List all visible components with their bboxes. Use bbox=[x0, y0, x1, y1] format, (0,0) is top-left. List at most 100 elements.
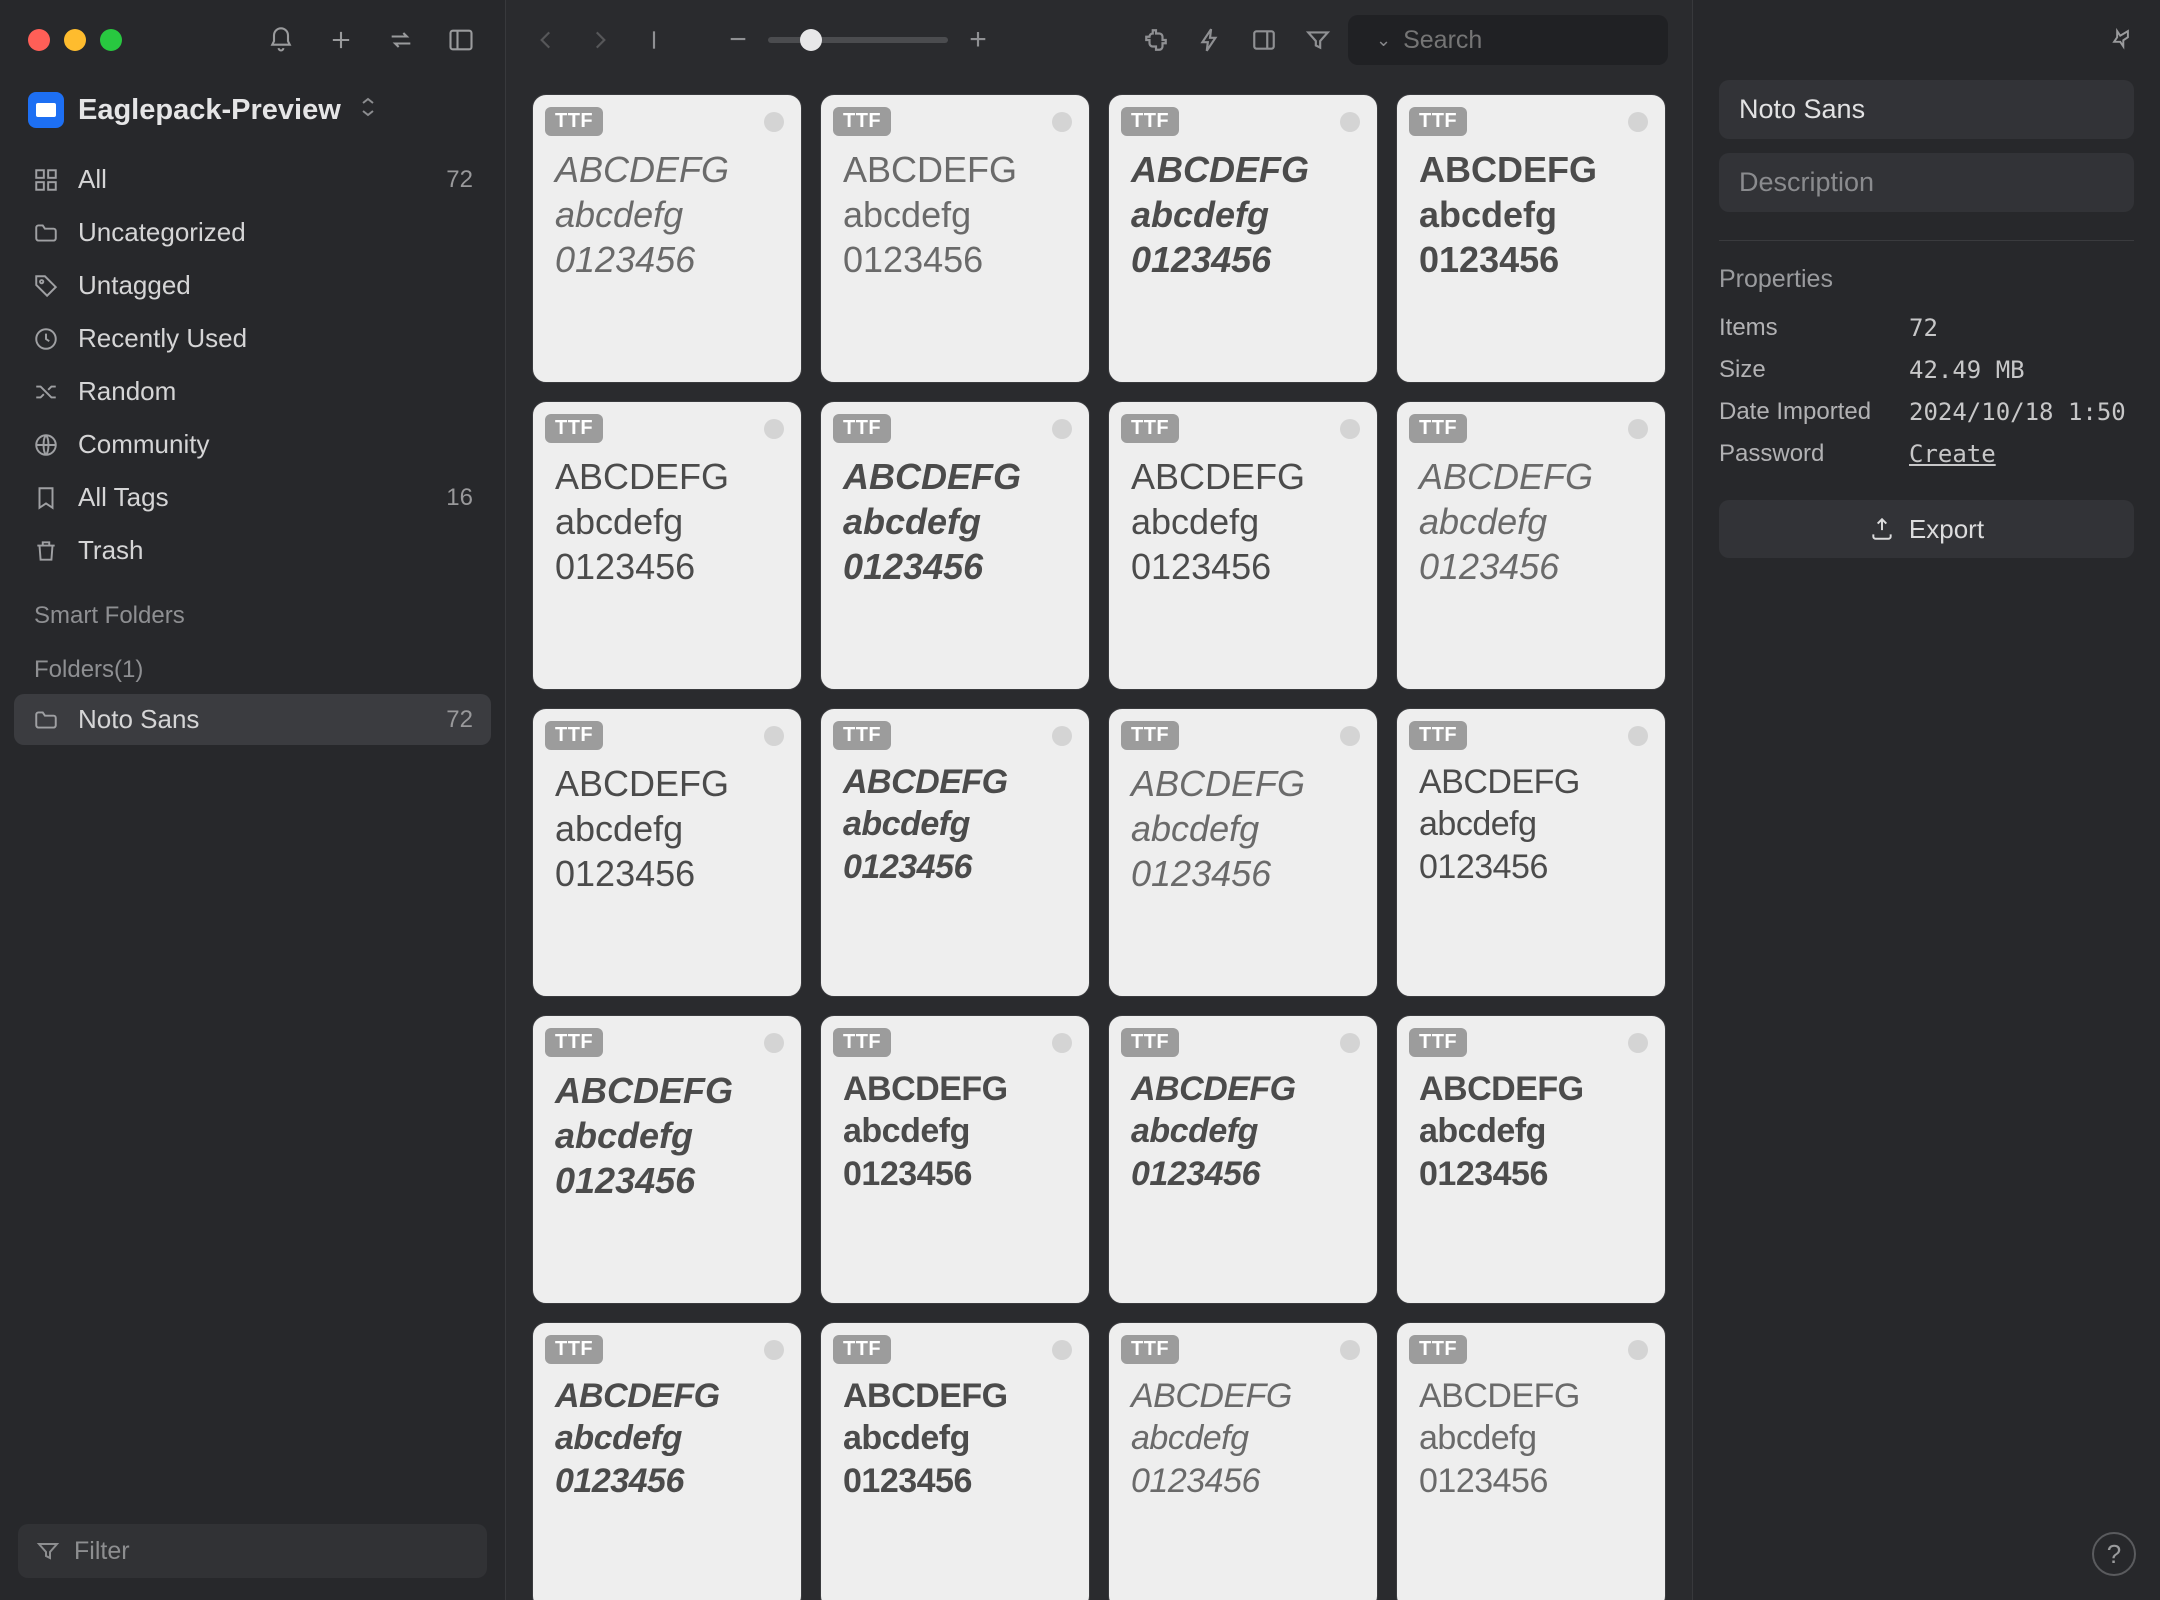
sidebar: Eaglepack-Preview All 72 Uncategorized U… bbox=[0, 0, 506, 1600]
font-grid: TTF ABCDEFG abcdefg 0123456 TTF ABCDEFG … bbox=[532, 94, 1666, 1600]
sidebar-item-all-tags[interactable]: All Tags 16 bbox=[14, 472, 491, 523]
sidebar-item-uncategorized[interactable]: Uncategorized bbox=[14, 207, 491, 258]
grid-scroll[interactable]: TTF ABCDEFG abcdefg 0123456 TTF ABCDEFG … bbox=[506, 80, 1692, 1600]
font-card[interactable]: TTF ABCDEFG abcdefg 0123456 bbox=[820, 708, 1090, 997]
extension-icon[interactable] bbox=[1140, 24, 1172, 56]
sidebar-folder-noto-sans[interactable]: Noto Sans 72 bbox=[14, 694, 491, 745]
toggle-sidebar-icon[interactable] bbox=[445, 24, 477, 56]
font-card[interactable]: TTF ABCDEFG abcdefg 0123456 bbox=[1108, 708, 1378, 997]
status-dot bbox=[1340, 419, 1360, 439]
status-dot bbox=[1340, 112, 1360, 132]
font-card[interactable]: TTF ABCDEFG abcdefg 0123456 bbox=[1108, 94, 1378, 383]
help-button[interactable]: ? bbox=[2092, 1532, 2136, 1576]
smart-folders-label[interactable]: Smart Folders bbox=[0, 582, 505, 636]
tag-icon bbox=[32, 272, 60, 300]
font-card[interactable]: TTF ABCDEFG abcdefg 0123456 bbox=[532, 1015, 802, 1304]
library-icon bbox=[28, 92, 64, 128]
export-button[interactable]: Export bbox=[1719, 500, 2134, 558]
sidebar-item-recently-used[interactable]: Recently Used bbox=[14, 313, 491, 364]
sidebar-item-untagged[interactable]: Untagged bbox=[14, 260, 491, 311]
sidebar-folders: Noto Sans 72 bbox=[0, 690, 505, 751]
font-card[interactable]: TTF ABCDEFG abcdefg 0123456 bbox=[532, 1322, 802, 1600]
status-dot bbox=[1052, 112, 1072, 132]
status-dot bbox=[1628, 419, 1648, 439]
sidebar-item-all[interactable]: All 72 bbox=[14, 154, 491, 205]
font-card[interactable]: TTF ABCDEFG abcdefg 0123456 bbox=[1108, 1015, 1378, 1304]
filter-input[interactable]: Filter bbox=[18, 1524, 487, 1578]
font-card[interactable]: TTF ABCDEFG abcdefg 0123456 bbox=[820, 94, 1090, 383]
notifications-icon[interactable] bbox=[265, 24, 297, 56]
sidebar-item-label: All Tags bbox=[78, 482, 169, 513]
property-key: Size bbox=[1719, 356, 1909, 384]
format-badge: TTF bbox=[1121, 721, 1179, 750]
pin-icon[interactable] bbox=[2108, 25, 2134, 56]
font-card[interactable]: TTF ABCDEFG abcdefg 0123456 bbox=[532, 708, 802, 997]
library-switcher[interactable]: Eaglepack-Preview bbox=[0, 80, 505, 150]
font-card[interactable]: TTF ABCDEFG abcdefg 0123456 bbox=[1396, 401, 1666, 690]
font-card[interactable]: TTF ABCDEFG abcdefg 0123456 bbox=[1396, 708, 1666, 997]
font-card[interactable]: TTF ABCDEFG abcdefg 0123456 bbox=[1108, 1322, 1378, 1600]
zoom-thumb[interactable] bbox=[800, 29, 822, 51]
format-badge: TTF bbox=[833, 721, 891, 750]
status-dot bbox=[764, 419, 784, 439]
sidebar-item-label: Uncategorized bbox=[78, 217, 246, 248]
font-card[interactable]: TTF ABCDEFG abcdefg 0123456 bbox=[820, 1015, 1090, 1304]
font-card[interactable]: TTF ABCDEFG abcdefg 0123456 bbox=[1396, 1015, 1666, 1304]
format-badge: TTF bbox=[545, 414, 603, 443]
inspector-description-field[interactable]: Description bbox=[1719, 153, 2134, 212]
search-box[interactable]: ⌄ bbox=[1348, 15, 1668, 65]
format-badge: TTF bbox=[1409, 1028, 1467, 1057]
sidebar-item-label: Trash bbox=[78, 535, 144, 566]
inspector: Noto Sans Description Properties Items 7… bbox=[1692, 0, 2160, 1600]
zoom-in-button[interactable]: + bbox=[964, 23, 992, 57]
add-icon[interactable] bbox=[325, 24, 357, 56]
status-dot bbox=[764, 1340, 784, 1360]
transfer-icon[interactable] bbox=[385, 24, 417, 56]
property-value: 72 bbox=[1909, 314, 1938, 342]
property-row-items: Items 72 bbox=[1719, 314, 2134, 342]
format-badge: TTF bbox=[545, 1028, 603, 1057]
window-maximize-button[interactable] bbox=[100, 29, 122, 51]
format-badge: TTF bbox=[1121, 414, 1179, 443]
window-minimize-button[interactable] bbox=[64, 29, 86, 51]
format-badge: TTF bbox=[1409, 721, 1467, 750]
sidebar-item-community[interactable]: Community bbox=[14, 419, 491, 470]
property-row-size: Size 42.49 MB bbox=[1719, 356, 2134, 384]
font-card[interactable]: TTF ABCDEFG abcdefg 0123456 bbox=[532, 94, 802, 383]
font-sample: ABCDEFG abcdefg 0123456 bbox=[555, 1375, 779, 1503]
shuffle-icon bbox=[32, 378, 60, 406]
traffic-lights bbox=[28, 29, 122, 51]
font-sample: ABCDEFG abcdefg 0123456 bbox=[555, 147, 779, 282]
folders-label[interactable]: Folders(1) bbox=[0, 636, 505, 690]
property-value: 2024/10/18 1:50 bbox=[1909, 398, 2126, 426]
sidebar-item-random[interactable]: Random bbox=[14, 366, 491, 417]
layout-icon[interactable] bbox=[1248, 24, 1280, 56]
font-card[interactable]: TTF ABCDEFG abcdefg 0123456 bbox=[820, 401, 1090, 690]
path-indicator[interactable] bbox=[638, 24, 670, 56]
export-icon bbox=[1869, 516, 1895, 542]
sidebar-item-trash[interactable]: Trash bbox=[14, 525, 491, 576]
nav-forward-button[interactable] bbox=[584, 24, 616, 56]
window-close-button[interactable] bbox=[28, 29, 50, 51]
font-card[interactable]: TTF ABCDEFG abcdefg 0123456 bbox=[1396, 94, 1666, 383]
inspector-title-field[interactable]: Noto Sans bbox=[1719, 80, 2134, 139]
sidebar-item-label: Recently Used bbox=[78, 323, 247, 354]
filter-toolbar-icon[interactable] bbox=[1302, 24, 1334, 56]
status-dot bbox=[764, 1033, 784, 1053]
font-card[interactable]: TTF ABCDEFG abcdefg 0123456 bbox=[820, 1322, 1090, 1600]
chevron-down-icon[interactable]: ⌄ bbox=[1376, 30, 1391, 51]
create-password-link[interactable]: Create bbox=[1909, 440, 1996, 468]
zoom-out-button[interactable]: − bbox=[724, 23, 752, 57]
font-card[interactable]: TTF ABCDEFG abcdefg 0123456 bbox=[1396, 1322, 1666, 1600]
filter-placeholder: Filter bbox=[74, 1537, 130, 1566]
font-sample: ABCDEFG abcdefg 0123456 bbox=[843, 1375, 1067, 1503]
font-card[interactable]: TTF ABCDEFG abcdefg 0123456 bbox=[532, 401, 802, 690]
action-icon[interactable] bbox=[1194, 24, 1226, 56]
sidebar-item-count: 16 bbox=[446, 484, 473, 512]
format-badge: TTF bbox=[545, 721, 603, 750]
font-card[interactable]: TTF ABCDEFG abcdefg 0123456 bbox=[1108, 401, 1378, 690]
search-input[interactable] bbox=[1403, 26, 1725, 55]
status-dot bbox=[1052, 1033, 1072, 1053]
zoom-slider[interactable] bbox=[768, 37, 948, 43]
nav-back-button[interactable] bbox=[530, 24, 562, 56]
